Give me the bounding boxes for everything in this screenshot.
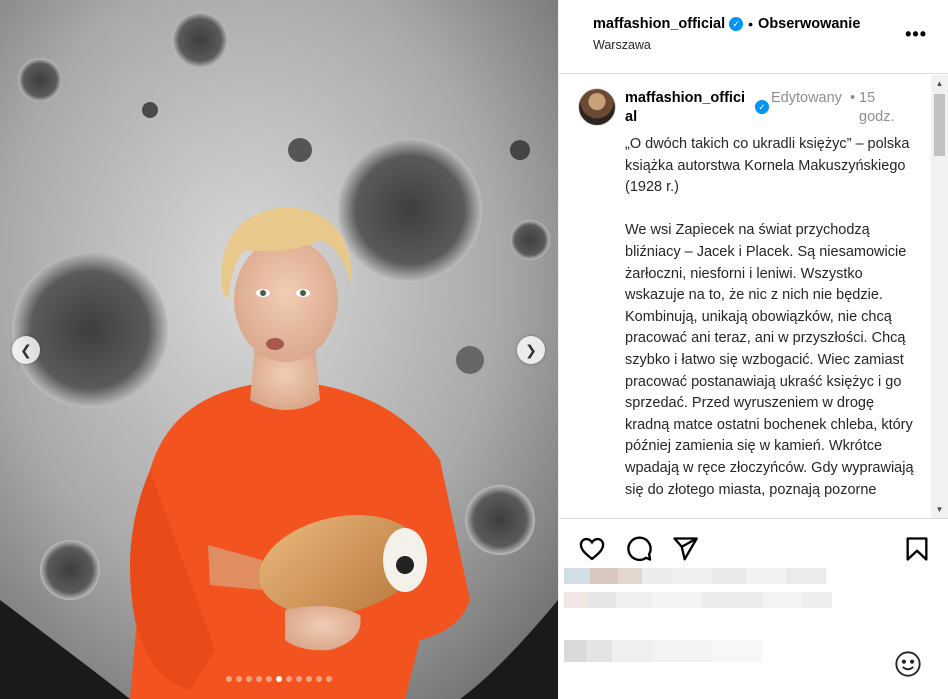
- comment-input-blurred[interactable]: [564, 640, 762, 662]
- carousel-dot: [226, 676, 232, 682]
- carousel-dot: [326, 676, 332, 682]
- chevron-left-icon: ❮: [20, 341, 32, 358]
- caption-username[interactable]: maffashion_official: [625, 89, 747, 127]
- avatar[interactable]: [578, 88, 616, 126]
- post-timestamp[interactable]: 15 godz.: [859, 89, 919, 127]
- carousel-dot: [316, 676, 322, 682]
- following-button[interactable]: Obserwowanie: [758, 16, 860, 32]
- carousel-dot: [246, 676, 252, 682]
- post-header: maffashion_official ✓ • Obserwowanie War…: [559, 0, 948, 74]
- carousel-dot: [266, 676, 272, 682]
- bookmark-icon[interactable]: [903, 535, 931, 563]
- likes-summary-blurred: [564, 568, 826, 584]
- carousel-dot: [276, 676, 282, 682]
- scroll-down-arrow-icon[interactable]: ▼: [931, 501, 948, 518]
- likes-count-blurred: [564, 592, 832, 608]
- carousel-dot: [286, 676, 292, 682]
- caption-text: „O dwóch takich co ukradli księżyc” – po…: [625, 136, 914, 498]
- carousel-indicator: [0, 676, 558, 682]
- scroll-thumb[interactable]: [934, 94, 945, 156]
- smiley-icon[interactable]: [894, 650, 922, 678]
- chevron-right-icon: ❯: [525, 341, 537, 358]
- action-bar: [559, 518, 948, 566]
- paper-plane-icon[interactable]: [671, 535, 699, 563]
- carousel-dot: [306, 676, 312, 682]
- scroll-up-arrow-icon[interactable]: ▲: [931, 75, 948, 92]
- more-options-button[interactable]: •••: [905, 24, 927, 45]
- comment-icon[interactable]: [625, 535, 653, 563]
- caption-scrollbar[interactable]: ▲ ▼: [931, 75, 948, 518]
- carousel-prev-button[interactable]: ❮: [12, 336, 40, 364]
- separator-dot: •: [748, 16, 754, 32]
- caption-section: maffashion_official ✓ Edytowany • 15 god…: [559, 75, 948, 518]
- author-username[interactable]: maffashion_official: [593, 16, 725, 32]
- post-location[interactable]: Warszawa: [593, 38, 948, 52]
- verified-badge-icon: ✓: [755, 100, 769, 114]
- separator-dot: •: [850, 90, 856, 106]
- post-media[interactable]: ❮ ❯: [0, 0, 558, 699]
- carousel-dot: [296, 676, 302, 682]
- edited-label: Edytowany: [771, 90, 842, 106]
- carousel-dot: [236, 676, 242, 682]
- carousel-next-button[interactable]: ❯: [517, 336, 545, 364]
- verified-badge-icon: ✓: [729, 17, 744, 31]
- post-side-panel: maffashion_official ✓ • Obserwowanie War…: [558, 0, 948, 699]
- carousel-dot: [256, 676, 262, 682]
- heart-icon[interactable]: [578, 535, 606, 563]
- post-photo: [0, 0, 558, 699]
